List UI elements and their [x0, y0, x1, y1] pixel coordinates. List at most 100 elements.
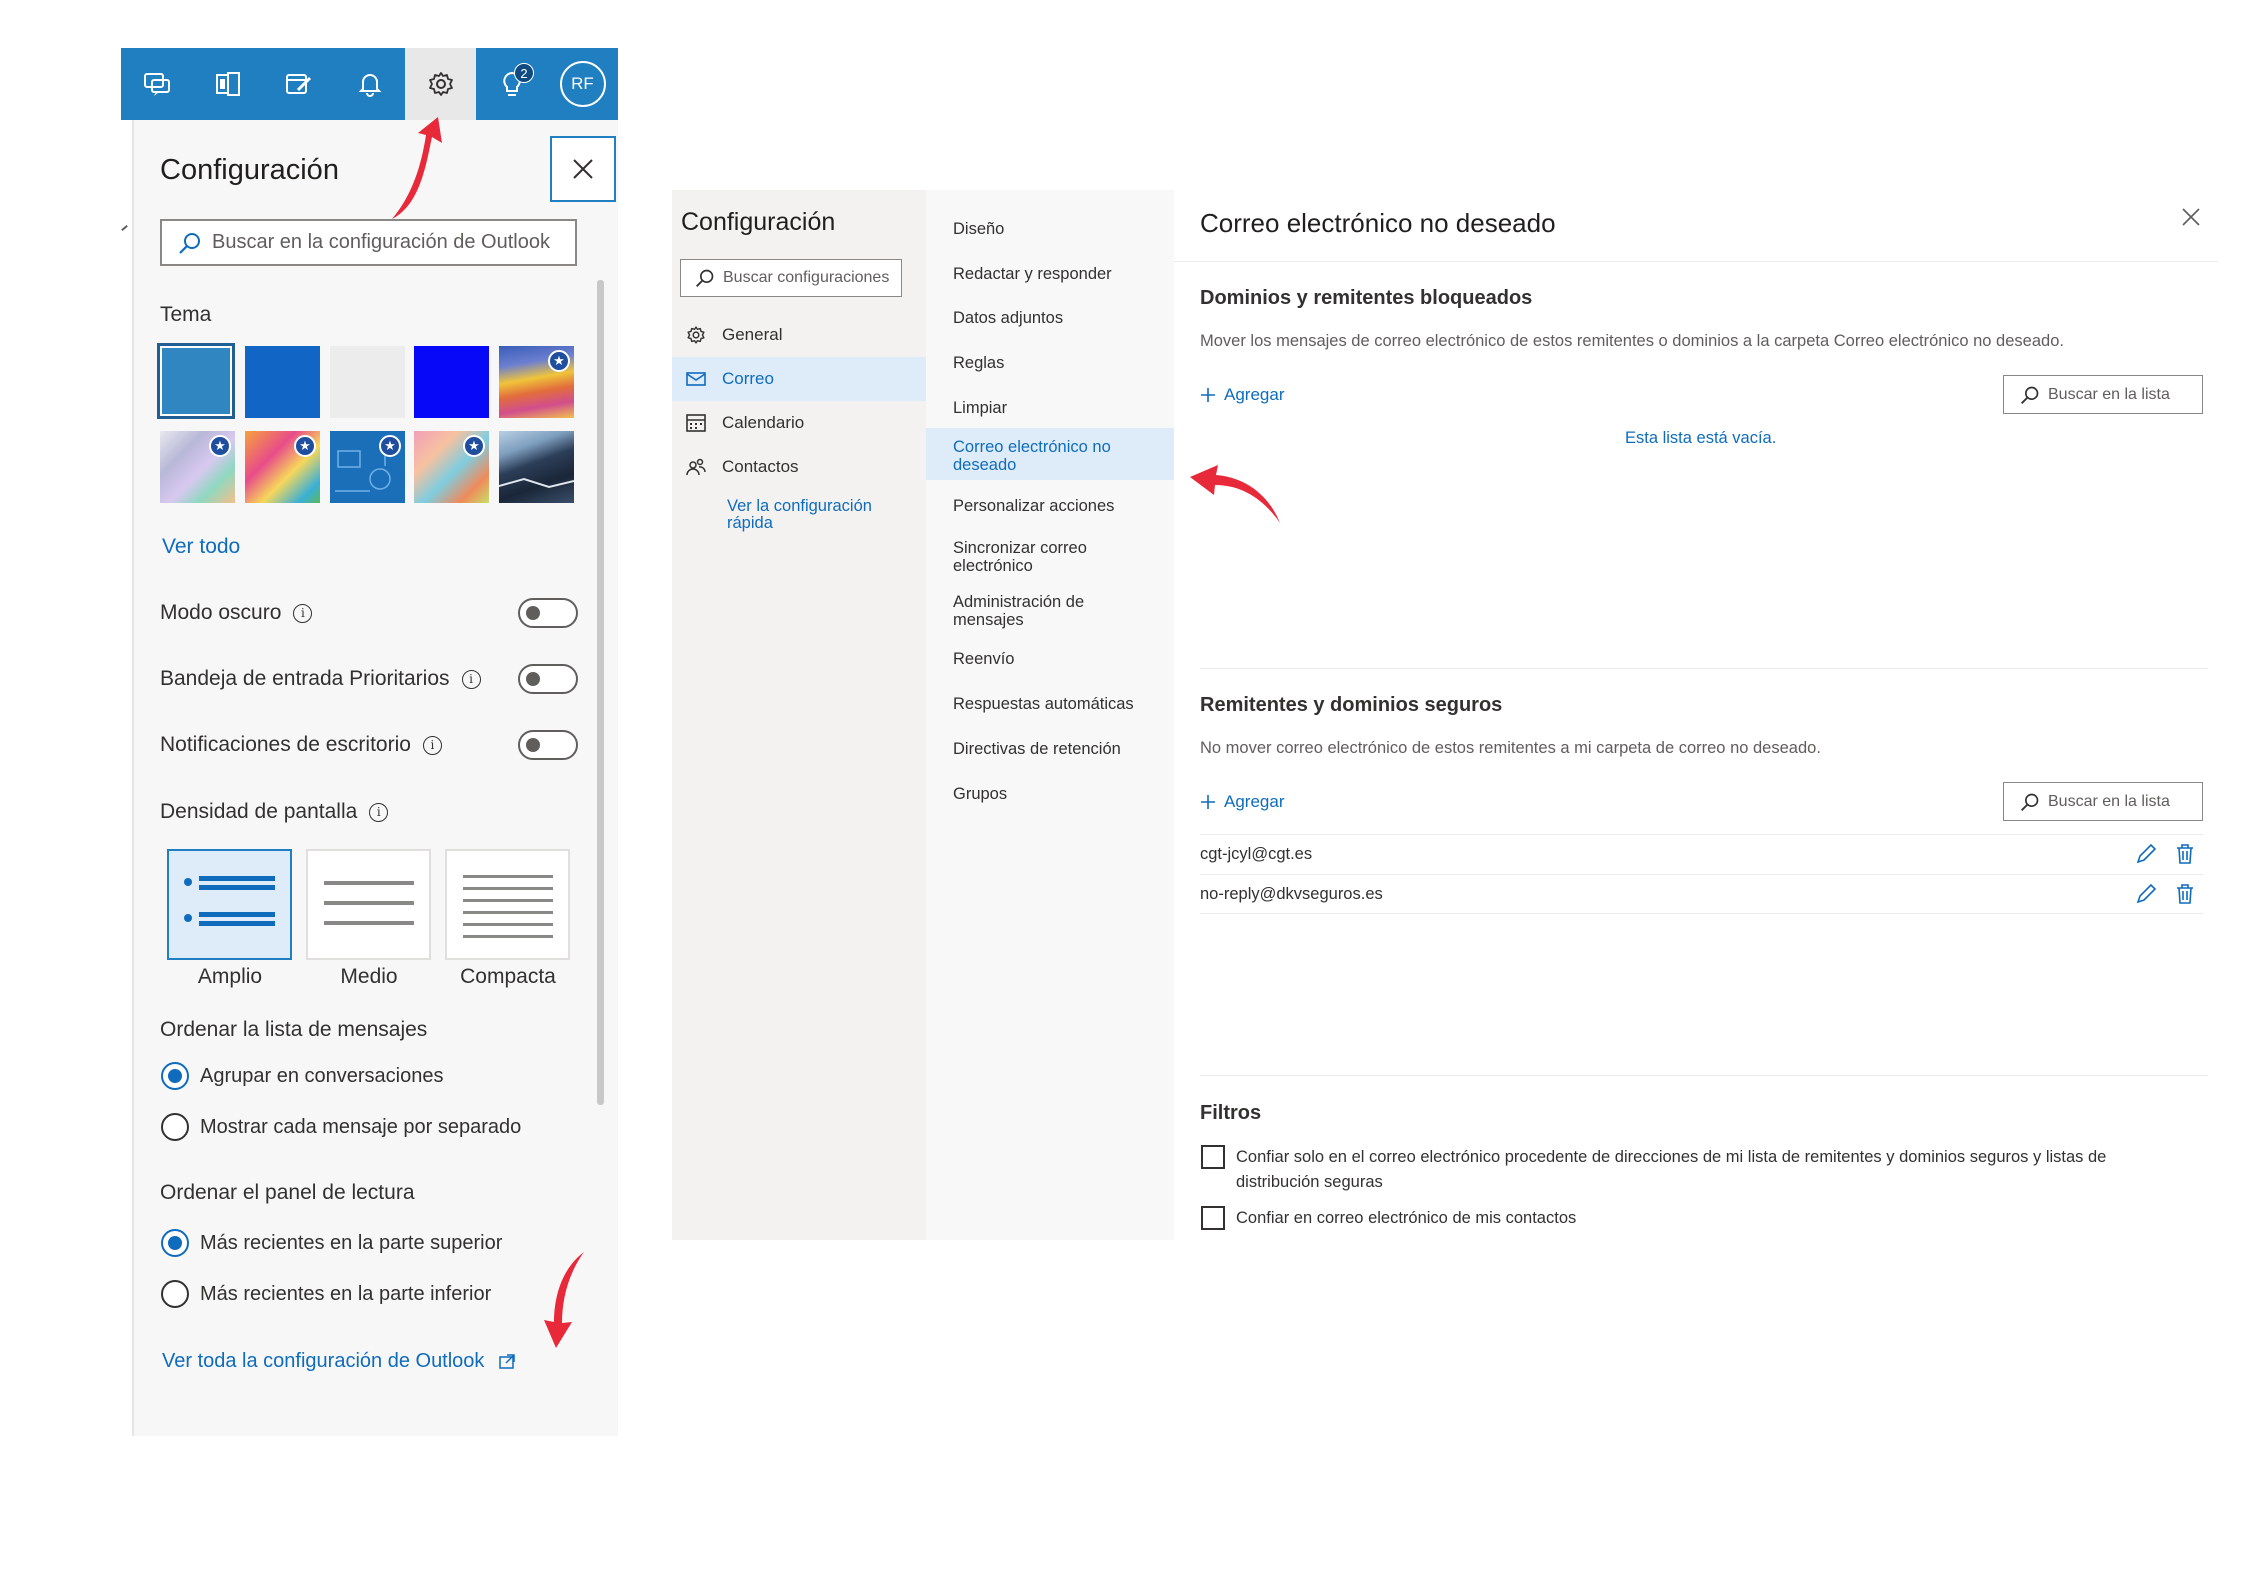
category-calendar[interactable]: Calendario	[672, 401, 926, 445]
density-option-compacta[interactable]	[445, 849, 570, 960]
view-all-settings-label: Ver toda la configuración de Outlook	[162, 1350, 485, 1372]
settings-subcategory-nav	[926, 190, 1174, 1240]
theme-swatch-blueprint[interactable]: ★	[330, 431, 405, 503]
subcategory-forwarding[interactable]: Reenvío	[926, 650, 1174, 668]
delete-icon[interactable]	[2175, 883, 2195, 905]
quick-settings-link[interactable]: Ver la configuración rápida	[727, 498, 907, 532]
radio-group-conversations[interactable]	[161, 1062, 189, 1090]
radio-label-group-conversations: Agrupar en conversaciones	[200, 1065, 444, 1087]
desktop-notifications-toggle[interactable]	[518, 730, 578, 760]
radio-newest-on-bottom[interactable]	[161, 1280, 189, 1308]
info-icon[interactable]: i	[293, 603, 313, 623]
subcategory-message-handling[interactable]: Administración de mensajes	[926, 593, 1174, 629]
dark-mode-toggle[interactable]	[518, 598, 578, 628]
category-label: Calendario	[722, 413, 805, 432]
close-button[interactable]	[550, 136, 616, 202]
edit-icon[interactable]	[2135, 843, 2157, 865]
subcategory-customize-actions[interactable]: Personalizar acciones	[926, 497, 1174, 515]
theme-swatch-sunset[interactable]: ★	[499, 346, 574, 418]
info-icon[interactable]: i	[461, 669, 481, 689]
red-arrow-annotation	[544, 1252, 584, 1348]
subcategory-retention-policies[interactable]: Directivas de retención	[926, 740, 1174, 758]
teams-chat-icon[interactable]	[121, 48, 192, 120]
safe-sender-row: no-reply@dkvseguros.es	[1200, 874, 2203, 914]
category-contacts[interactable]: Contactos	[672, 445, 926, 489]
panel-title: Configuración	[160, 154, 339, 186]
notification-badge: 2	[514, 63, 534, 83]
view-all-settings-link[interactable]: Ver toda la configuración de Outlook	[162, 1350, 516, 1373]
density-option-medio[interactable]	[306, 849, 431, 960]
info-icon[interactable]: i	[422, 735, 442, 755]
office-apps-icon[interactable]	[192, 48, 263, 120]
blocked-list-search-input[interactable]: Buscar en la lista	[2003, 375, 2203, 414]
settings-window-title: Configuración	[681, 208, 836, 236]
gear-icon[interactable]	[405, 48, 476, 120]
edge-mark	[121, 224, 128, 232]
delete-icon[interactable]	[2175, 843, 2195, 865]
category-general[interactable]: General	[672, 313, 926, 357]
density-label-amplio: Amplio	[197, 965, 263, 988]
subcategory-attachments[interactable]: Datos adjuntos	[926, 309, 1174, 327]
safe-list-search-input[interactable]: Buscar en la lista	[2003, 782, 2203, 821]
theme-swatch-abstract-lines[interactable]: ★	[160, 431, 235, 503]
theme-swatch-light-gray[interactable]	[330, 346, 405, 418]
account-button[interactable]: RF	[547, 48, 618, 120]
see-all-themes-link[interactable]: Ver todo	[162, 535, 240, 559]
avatar: RF	[559, 61, 606, 107]
premium-star-icon: ★	[209, 435, 231, 457]
settings-search-input[interactable]: Buscar en la configuración de Outlook	[160, 219, 577, 266]
theme-swatch-colorful[interactable]: ★	[245, 431, 320, 503]
section-divider	[1200, 1075, 2208, 1076]
focused-inbox-toggle[interactable]	[518, 664, 578, 694]
safe-senders-description: No mover correo electrónico de estos rem…	[1200, 739, 1821, 757]
safe-add-button[interactable]: Agregar	[1200, 792, 1284, 812]
theme-swatch-blue[interactable]	[245, 346, 320, 418]
filter-trust-contacts-checkbox[interactable]	[1201, 1206, 1225, 1230]
category-mail[interactable]: Correo	[672, 357, 926, 401]
density-option-amplio[interactable]	[167, 849, 292, 960]
radio-newest-on-top[interactable]	[161, 1229, 189, 1257]
junk-email-title: Correo electrónico no deseado	[1200, 208, 1556, 238]
theme-swatch-games[interactable]: ★	[414, 431, 489, 503]
panel-scrollbar[interactable]	[597, 280, 604, 1105]
close-button[interactable]	[2182, 208, 2200, 226]
theme-swatch-mountain[interactable]	[499, 431, 574, 503]
red-arrow-annotation	[1190, 465, 1280, 523]
search-placeholder: Buscar en la lista	[2048, 792, 2170, 810]
red-arrow-annotation	[392, 117, 442, 219]
filter-safe-senders-only-checkbox[interactable]	[1201, 1145, 1225, 1169]
search-icon	[2021, 386, 2039, 404]
people-icon	[686, 458, 706, 476]
sort-messages-heading: Ordenar la lista de mensajes	[160, 1018, 428, 1041]
radio-each-message[interactable]	[161, 1113, 189, 1141]
bell-icon[interactable]	[334, 48, 405, 120]
category-label: Correo	[722, 369, 774, 388]
subcategory-groups[interactable]: Grupos	[926, 785, 1174, 803]
blocked-add-button[interactable]: Agregar	[1200, 385, 1284, 405]
edit-icon[interactable]	[2135, 883, 2157, 905]
outlook-top-toolbar: 2 RF	[121, 48, 618, 120]
search-placeholder: Buscar configuraciones	[723, 269, 890, 286]
density-heading-row: Densidad de pantalla i	[160, 800, 389, 824]
add-label: Agregar	[1224, 792, 1285, 811]
subcategory-sync-email[interactable]: Sincronizar correo electrónico	[926, 539, 1174, 575]
density-label-compacta: Compacta	[460, 965, 556, 988]
premium-star-icon: ★	[463, 435, 485, 457]
subcategory-sweep[interactable]: Limpiar	[926, 399, 1174, 417]
search-icon	[179, 232, 200, 254]
radio-label-newest-on-top: Más recientes en la parte superior	[200, 1232, 503, 1254]
filter-safe-senders-only-label: Confiar solo en el correo electrónico pr…	[1236, 1148, 2107, 1191]
settings-window-search-input[interactable]: Buscar configuraciones	[680, 259, 902, 297]
subcategory-compose[interactable]: Redactar y responder	[926, 265, 1174, 283]
theme-swatch-bright-blue[interactable]	[414, 346, 489, 418]
lightbulb-icon[interactable]: 2	[476, 48, 547, 120]
subcategory-layout[interactable]: Diseño	[926, 220, 1174, 238]
focused-inbox-label: Bandeja de entrada Prioritarios	[160, 667, 450, 690]
subcategory-junk-email[interactable]: Correo electrónico no deseado	[926, 428, 1174, 480]
subcategory-rules[interactable]: Reglas	[926, 354, 1174, 372]
info-icon[interactable]: i	[369, 802, 389, 822]
theme-swatch-default[interactable]	[157, 343, 235, 419]
my-day-icon[interactable]	[263, 48, 334, 120]
subcategory-automatic-replies[interactable]: Respuestas automáticas	[926, 695, 1174, 713]
gear-icon	[687, 326, 705, 344]
